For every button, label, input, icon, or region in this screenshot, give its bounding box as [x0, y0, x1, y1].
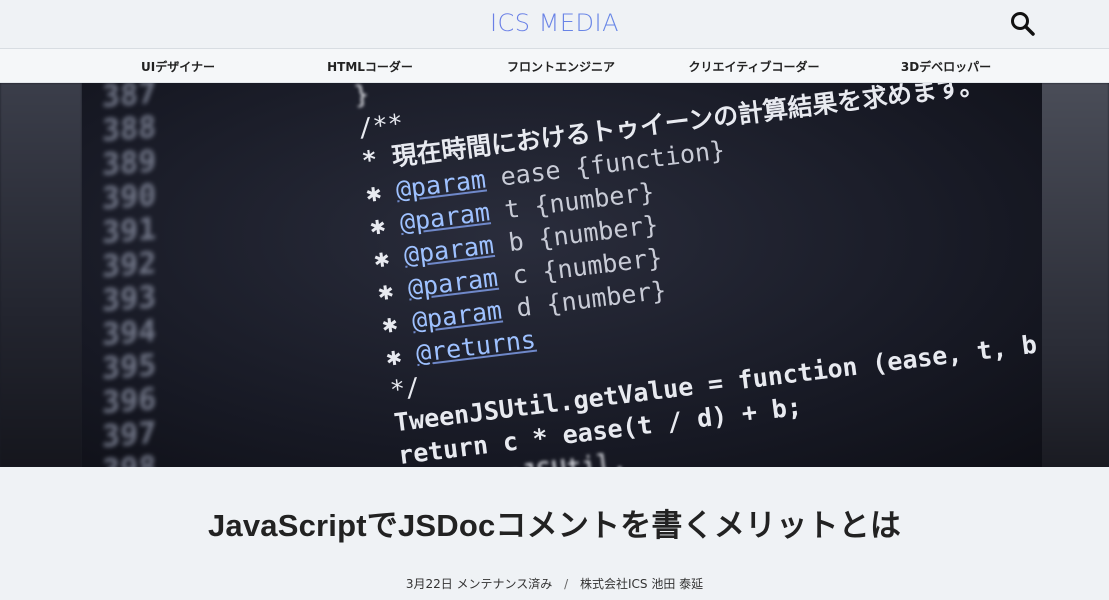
nav-item-3d-developer[interactable]: 3Dデベロッパー	[901, 58, 991, 75]
site-header: ICS MEDIA	[0, 0, 1109, 49]
site-logo[interactable]: ICS MEDIA	[0, 9, 1109, 37]
nav-item-ui-designer[interactable]: UIデザイナー	[141, 58, 215, 75]
maintenance-status: メンテナンス済み	[456, 577, 553, 591]
publish-date: 3月22日	[405, 577, 453, 591]
author-link[interactable]: 株式会社ICS 池田 泰延	[580, 577, 703, 591]
hero-backdrop-left	[0, 83, 82, 467]
code-snippet: } /** * 現在時間におけるトゥイーンの計算結果を求めます。 ✱ @para…	[352, 83, 1042, 467]
category-nav: UIデザイナー HTMLコーダー フロントエンジニア クリエイティブコーダー 3…	[0, 49, 1109, 83]
nav-item-frontend-engineer[interactable]: フロントエンジニア	[507, 58, 615, 75]
meta-separator: /	[564, 577, 569, 591]
line-number-gutter: 387 388 389 390 391 392 393 394 395 396 …	[102, 83, 157, 467]
article-title: JavaScriptでJSDocコメントを書くメリットとは	[207, 508, 902, 543]
article-meta: 3月22日 メンテナンス済み / 株式会社ICS 池田 泰延	[0, 575, 1109, 592]
article-header: JavaScriptでJSDocコメントを書くメリットとは 3月22日 メンテナ…	[0, 467, 1109, 592]
hero-image: 387 388 389 390 391 392 393 394 395 396 …	[0, 83, 1109, 467]
nav-item-creative-coder[interactable]: クリエイティブコーダー	[688, 58, 819, 75]
hero-code-photo: 387 388 389 390 391 392 393 394 395 396 …	[82, 83, 1042, 467]
search-icon[interactable]	[1009, 10, 1037, 38]
nav-item-html-coder[interactable]: HTMLコーダー	[327, 58, 413, 75]
